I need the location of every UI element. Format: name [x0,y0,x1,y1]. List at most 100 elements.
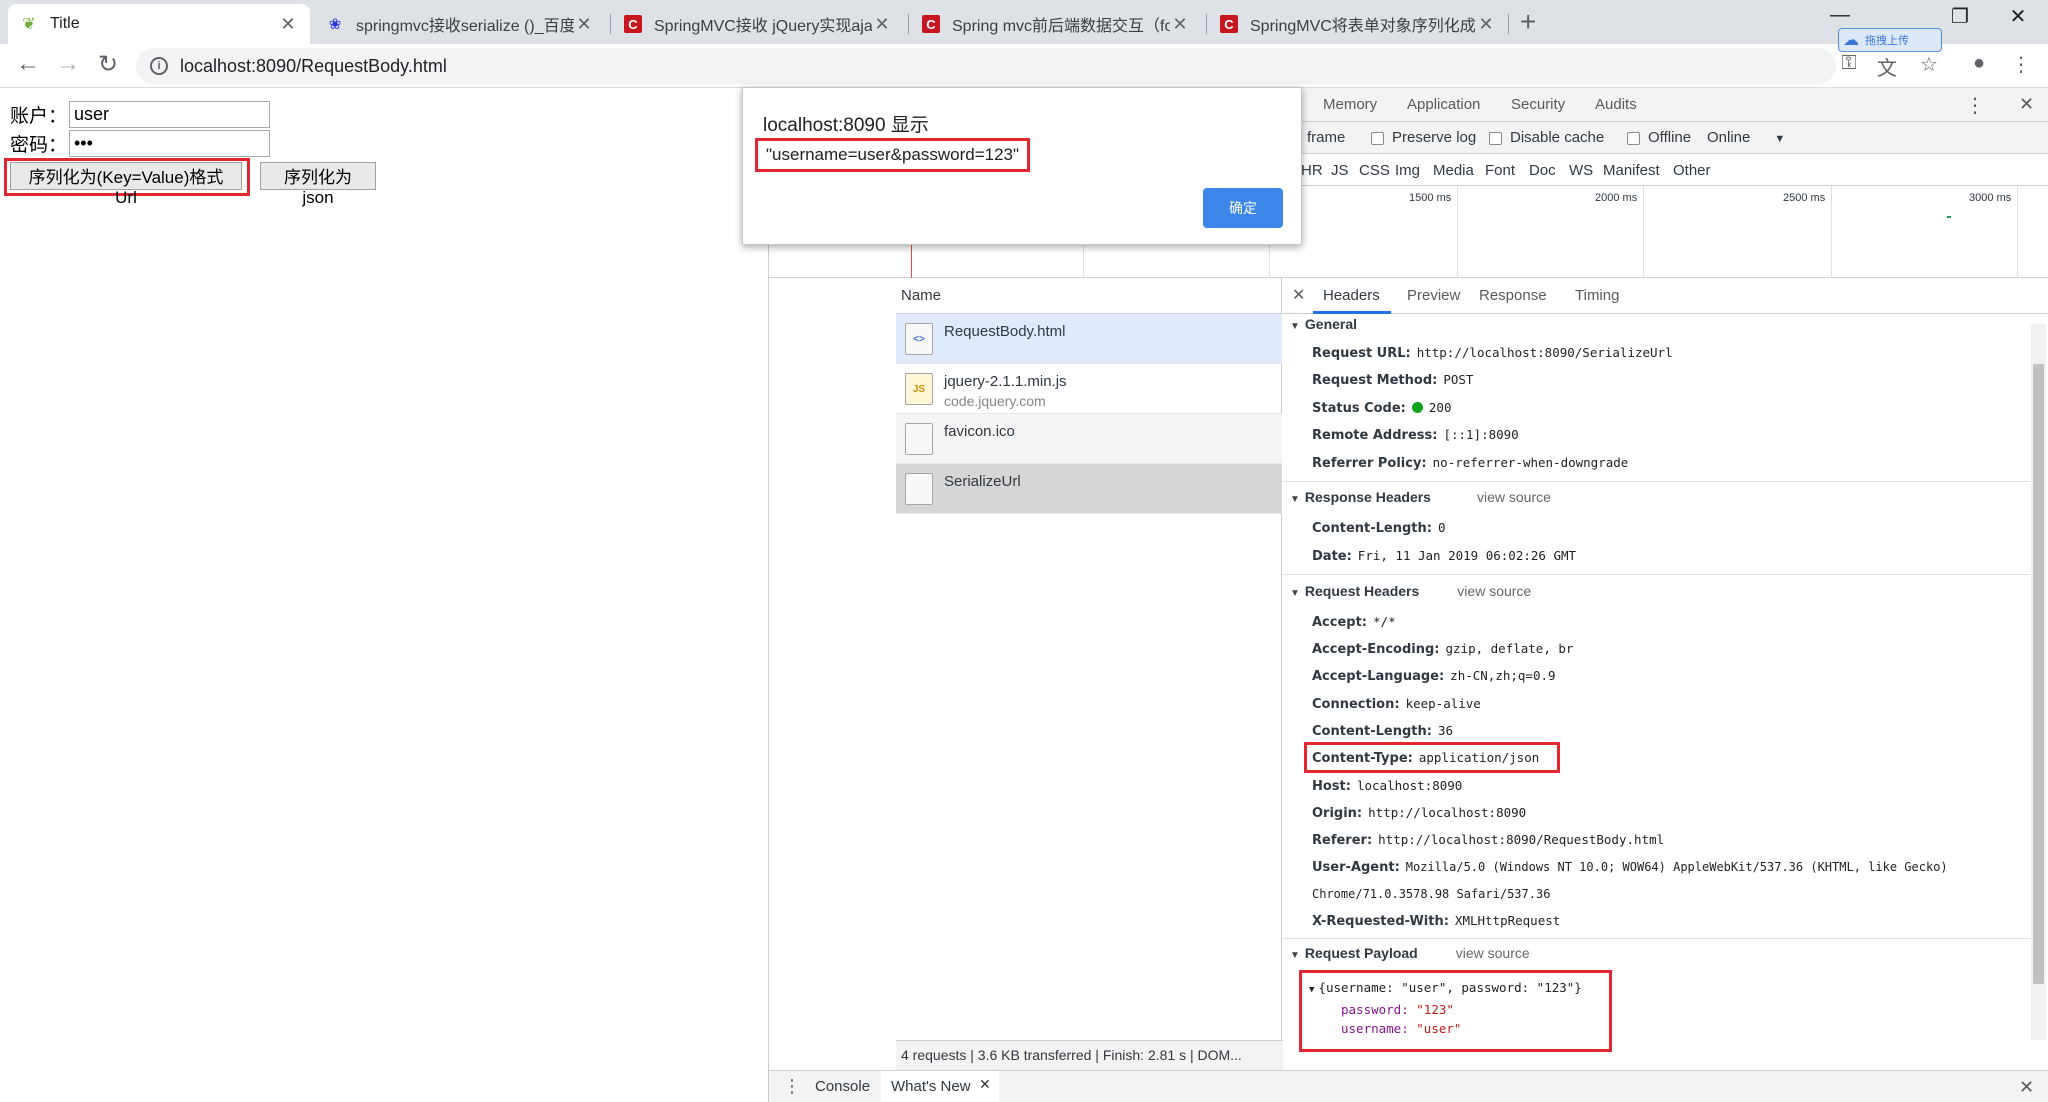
drawer-menu-icon[interactable]: ⋮ [783,1076,801,1097]
file-icon [905,423,933,455]
tab-csdn-1[interactable]: C SpringMVC接收 jQuery实现ajax ✕ [612,4,904,44]
key-icon[interactable]: ⚿ [1834,52,1864,75]
account-label: 账户： [10,106,68,127]
timeline-label: 1500 ms [1409,192,1452,204]
scrollbar-thumb[interactable] [2033,364,2044,984]
tab-timing[interactable]: Timing [1575,287,1619,304]
js-file-icon: JS [905,373,933,405]
restore-icon[interactable]: ❐ [1930,4,1990,29]
collapse-triangle-icon: ▼ [1290,588,1300,599]
drawer-tab-whats-new[interactable]: What's New ✕ [881,1071,999,1102]
minimize-icon[interactable]: — [1810,4,1870,27]
type-css[interactable]: CSS [1359,162,1390,179]
type-img[interactable]: Img [1395,162,1420,179]
type-other[interactable]: Other [1673,162,1711,179]
window-close-icon[interactable]: ✕ [1988,4,2048,29]
type-manifest[interactable]: Manifest [1603,162,1660,179]
collapse-triangle-icon: ▼ [1290,494,1300,505]
view-source-link[interactable]: view source [1477,489,1551,505]
account-input[interactable] [69,101,270,128]
name-column-header[interactable]: Name [896,278,1282,314]
tab-baidu[interactable]: ❀ springmvc接收serialize ()_百度知道 ✕ [314,4,606,44]
spring-leaf-icon: ❦ [22,16,36,33]
header-row: Referer: http://localhost:8090/RequestBod… [1312,832,1665,848]
profile-icon[interactable]: ● [1964,52,1994,75]
tab-memory[interactable]: Memory [1323,96,1377,113]
baidu-upload-extension[interactable]: ☁ 拖拽上传 [1838,28,1942,52]
request-row[interactable]: <> RequestBody.html [896,314,1282,364]
view-source-link[interactable]: view source [1456,945,1530,961]
close-detail-icon[interactable]: ✕ [1292,285,1305,305]
serialize-url-button[interactable]: 序列化为(Key=Value)格式Url [10,162,242,207]
tab-label: Spring mvc前后端数据交互（fo [952,18,1170,35]
tab-headers[interactable]: Headers [1323,287,1380,304]
ok-button[interactable]: 确定 [1203,188,1283,228]
preserve-log-checkbox[interactable]: Preserve log [1371,129,1476,146]
close-icon[interactable]: ✕ [872,14,892,35]
tab-label: SpringMVC将表单对象序列化成 [1250,18,1476,35]
tab-preview[interactable]: Preview [1407,287,1460,304]
tab-divider [1508,14,1509,34]
request-list: Name <> RequestBody.html JS jquery-2.1.1… [896,278,1282,1044]
request-row[interactable]: favicon.ico [896,414,1282,464]
close-icon[interactable]: ✕ [278,14,298,35]
header-row: Referrer Policy: no-referrer-when-downgra… [1312,455,1629,471]
request-payload-section-header[interactable]: ▼ Request Payload view source [1290,945,1530,961]
header-row: Accept-Language: zh-CN,zh;q=0.9 [1312,668,1556,684]
request-row[interactable]: JS jquery-2.1.1.min.js code.jquery.com [896,364,1282,414]
tab-strip: ❦ Title ✕ ❀ springmvc接收serialize ()_百度知道… [0,0,2048,44]
tab-audits[interactable]: Audits [1595,96,1637,113]
bookmark-star-icon[interactable]: ☆ [1914,52,1944,77]
type-media[interactable]: Media [1433,162,1474,179]
drawer-close-icon[interactable]: ✕ [2019,1077,2034,1098]
baidu-paw-icon: ❀ [328,16,342,33]
header-row: Accept: */* [1312,614,1396,630]
type-font[interactable]: Font [1485,162,1515,179]
timeline-gridline [1643,186,1644,278]
general-section-header[interactable]: ▼ General [1290,316,1357,332]
close-icon[interactable]: ✕ [979,1076,991,1093]
password-input[interactable] [69,130,270,157]
address-bar[interactable]: i localhost:8090/RequestBody.html [136,48,1836,84]
header-row: Content-Type: application/json [1312,750,1540,766]
offline-checkbox[interactable]: Offline [1627,129,1691,146]
tab-csdn-3[interactable]: C SpringMVC将表单对象序列化成 ✕ [1208,4,1508,44]
type-ws[interactable]: WS [1569,162,1593,179]
response-headers-section-header[interactable]: ▼ Response Headers view source [1290,489,1551,505]
devtools-menu-icon[interactable]: ⋮ [1965,93,1985,118]
detail-scrollbar[interactable] [2031,324,2046,1040]
payload-summary[interactable]: ▼ {username: "user", password: "123"} [1309,980,1582,995]
close-icon[interactable]: ✕ [1170,14,1190,35]
close-icon[interactable]: ✕ [1476,14,1496,35]
new-tab-icon[interactable]: + [1520,6,1536,38]
menu-icon[interactable]: ⋮ [2006,52,2036,77]
tab-security[interactable]: Security [1511,96,1565,113]
close-icon[interactable]: ✕ [574,14,594,35]
tab-label: Title [50,15,80,32]
tab-csdn-2[interactable]: C Spring mvc前后端数据交互（fo ✕ [910,4,1202,44]
reload-icon[interactable]: ↻ [92,50,124,79]
back-icon[interactable]: ← [12,50,44,78]
info-icon[interactable]: i [150,57,168,75]
type-xhr[interactable]: HR [1301,162,1323,179]
type-doc[interactable]: Doc [1529,162,1556,179]
drawer-tab-console[interactable]: Console [815,1078,870,1095]
disable-cache-checkbox[interactable]: Disable cache [1489,129,1604,146]
request-row-selected[interactable]: SerializeUrl [896,464,1282,514]
throttle-select[interactable]: Online ▼ [1707,129,1785,146]
view-source-link[interactable]: view source [1457,583,1531,599]
serialize-json-button[interactable]: 序列化为json [260,162,376,207]
header-row: Accept-Encoding: gzip, deflate, br [1312,641,1574,657]
request-headers-section-header[interactable]: ▼ Request Headers view source [1290,583,1531,599]
translate-icon[interactable]: 文 [1872,52,1902,81]
tab-title[interactable]: ❦ Title ✕ [8,4,310,44]
type-js[interactable]: JS [1331,162,1349,179]
tab-response[interactable]: Response [1479,287,1547,304]
timeline-gridline [1831,186,1832,278]
tab-application[interactable]: Application [1407,96,1480,113]
detail-tabs: ✕ Headers Preview Response Timing [1283,278,2048,314]
devtools-close-icon[interactable]: ✕ [2019,94,2034,115]
timeline-label: 3000 ms [1969,192,2012,204]
forward-icon[interactable]: → [52,50,84,78]
html-file-icon: <> [905,323,933,355]
